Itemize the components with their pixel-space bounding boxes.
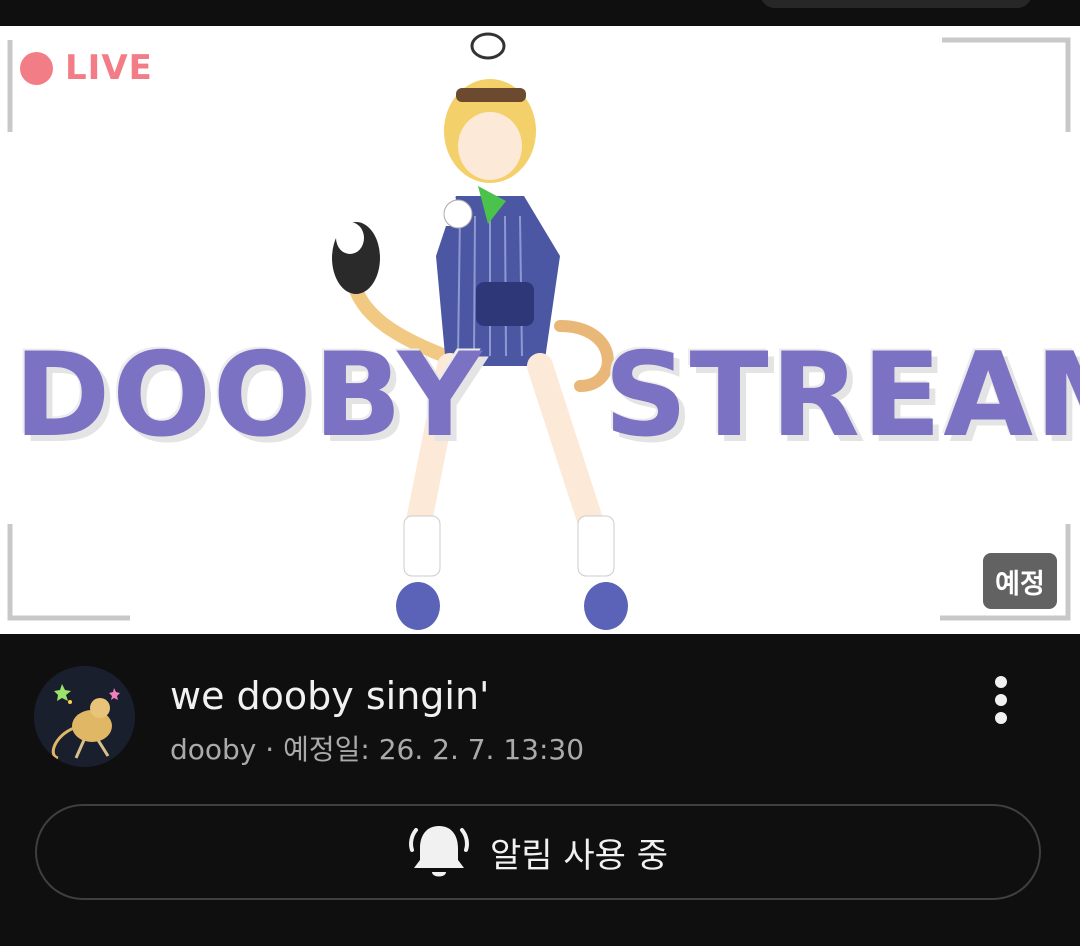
- banner-text-right: STREAM: [604, 328, 1080, 463]
- video-title[interactable]: we dooby singin': [170, 672, 950, 720]
- top-bar: [0, 0, 1080, 26]
- video-info: we dooby singin' dooby · 예정일: 26. 2. 7. …: [0, 634, 1080, 946]
- notification-button[interactable]: 알림 사용 중: [35, 804, 1041, 900]
- live-badge: LIVE: [20, 48, 153, 88]
- notification-label: 알림 사용 중: [489, 835, 668, 876]
- live-label: LIVE: [65, 48, 153, 88]
- video-thumbnail[interactable]: LIVE DOOBY STREAM 예정: [0, 26, 1080, 634]
- live-dot-icon: [20, 51, 53, 85]
- video-meta: dooby · 예정일: 26. 2. 7. 13:30: [170, 733, 585, 766]
- search-pill[interactable]: [760, 0, 1032, 8]
- kangaroo-rat-avatar-icon: [34, 666, 135, 767]
- more-dot: [995, 712, 1007, 724]
- channel-avatar[interactable]: [34, 666, 135, 767]
- more-dot: [995, 676, 1007, 688]
- more-vertical-icon[interactable]: [980, 672, 1022, 728]
- scheduled-badge: 예정: [983, 553, 1057, 609]
- banner-text-left: DOOBY: [14, 328, 484, 463]
- bell-icon: [409, 826, 469, 877]
- more-dot: [995, 694, 1007, 706]
